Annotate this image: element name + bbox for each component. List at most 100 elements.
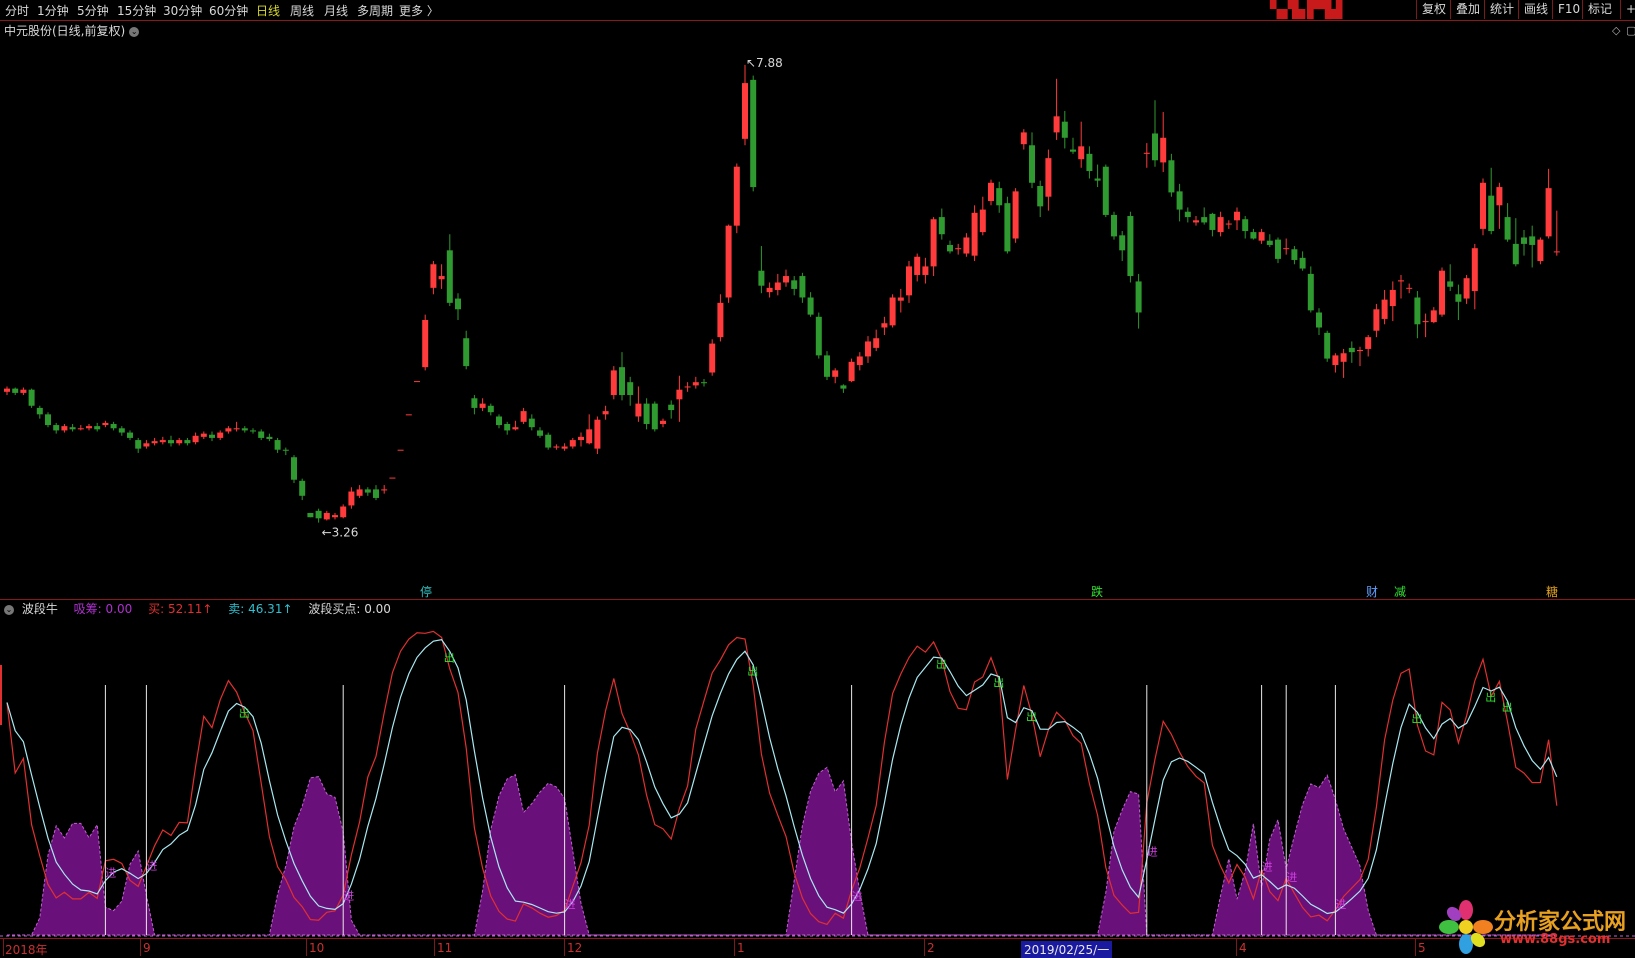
signal-in: 进	[1286, 871, 1297, 884]
indicator-sell: 卖: 46.31↑	[228, 602, 292, 616]
candle	[1529, 225, 1536, 268]
candle	[586, 414, 593, 445]
restore-rights-button[interactable]: 复权	[1416, 0, 1451, 19]
candle	[963, 233, 970, 257]
candle	[1012, 188, 1019, 243]
candle	[1184, 207, 1191, 223]
candle	[1455, 284, 1462, 320]
candlestick-chart[interactable]: ↖7.88 ←3.26	[0, 40, 1635, 600]
sell-value: 46.31↑	[248, 602, 293, 616]
candle	[102, 420, 109, 428]
draw-line-button[interactable]: 画线	[1518, 0, 1553, 19]
candle	[496, 414, 502, 429]
period-5min[interactable]: 5分钟	[77, 2, 109, 19]
accum-value: 0.00	[105, 602, 133, 616]
candle	[1217, 211, 1224, 237]
candle	[594, 416, 601, 454]
signal-out: 出	[444, 650, 455, 664]
candle	[1471, 243, 1478, 310]
x-label-2: 2	[927, 941, 935, 955]
x-tick	[924, 938, 925, 956]
price-marker-fall[interactable]: 跌	[1091, 583, 1103, 600]
candle	[1324, 330, 1331, 362]
candle	[1398, 274, 1404, 299]
candle	[1102, 164, 1109, 218]
candle	[684, 382, 691, 392]
candle	[1061, 110, 1068, 149]
buy-value: 52.11↑	[167, 602, 213, 616]
square-icon[interactable]: ▢	[1626, 24, 1635, 37]
signal-out: 出	[1411, 712, 1422, 726]
candle	[1176, 183, 1183, 222]
candle	[725, 224, 732, 303]
candle	[1381, 289, 1388, 325]
candle	[1209, 212, 1216, 237]
candle	[619, 352, 625, 401]
period-weekly[interactable]: 周线	[290, 2, 314, 19]
period-60min[interactable]: 60分钟	[209, 2, 248, 19]
candle	[889, 294, 896, 328]
price-marker-halt[interactable]: 停	[420, 583, 432, 600]
period-1min[interactable]: 1分钟	[37, 2, 69, 19]
candle	[12, 387, 19, 396]
candle	[1373, 303, 1380, 338]
f10-button[interactable]: F10	[1552, 0, 1585, 19]
candle	[569, 437, 576, 449]
candle	[791, 276, 798, 296]
candle	[1414, 291, 1421, 339]
period-monthly[interactable]: 月线	[324, 2, 348, 19]
candle	[1283, 238, 1290, 255]
candle	[381, 485, 388, 494]
candle	[86, 423, 92, 431]
candle	[1160, 112, 1167, 173]
accum-label: 吸筹:	[73, 602, 102, 616]
candle	[217, 430, 224, 441]
price-marker-reduce[interactable]: 减	[1394, 583, 1406, 600]
candle	[77, 425, 84, 431]
x-tick	[140, 938, 141, 956]
price-marker-finance[interactable]: 财	[1366, 583, 1378, 600]
add-button[interactable]: +	[1620, 0, 1635, 19]
chevron-down-icon[interactable]: ⌄	[129, 26, 140, 37]
stock-title-text: 中元股份(日线,前复权)	[4, 24, 126, 38]
indicator-chart[interactable]: 进进出进出进出进出出出进进进进出出出	[0, 615, 1635, 938]
candle	[405, 414, 412, 416]
statistics-button[interactable]: 统计	[1484, 0, 1519, 19]
candle	[315, 508, 322, 523]
candle	[1143, 143, 1150, 168]
candle	[414, 381, 420, 383]
chevron-down-icon[interactable]: ⌄	[4, 604, 14, 615]
indicator-name[interactable]: 波段牛	[22, 602, 58, 616]
candle	[742, 64, 748, 146]
period-30min[interactable]: 30分钟	[163, 2, 202, 19]
candle	[766, 282, 773, 298]
candle	[922, 257, 929, 284]
mark-button[interactable]: 标记	[1582, 0, 1617, 19]
candle	[709, 339, 716, 376]
candle	[299, 478, 306, 501]
candle	[373, 485, 379, 501]
candle	[258, 429, 265, 441]
signal-in: 进	[1262, 861, 1273, 874]
candle	[717, 294, 724, 342]
candle	[94, 422, 101, 432]
x-label-11: 11	[437, 941, 453, 955]
candle	[1357, 346, 1363, 367]
candle	[692, 376, 699, 389]
overlay-button[interactable]: 叠加	[1450, 0, 1485, 19]
period-15min[interactable]: 15分钟	[117, 2, 156, 19]
signal-out: 出	[239, 706, 250, 720]
period-fenshi[interactable]: 分时	[5, 2, 29, 19]
period-more[interactable]: 更多 〉	[399, 2, 439, 19]
candle	[1266, 234, 1273, 248]
candle	[1291, 246, 1298, 265]
period-daily[interactable]: 日线	[256, 2, 280, 19]
diamond-icon[interactable]: ◇	[1612, 24, 1620, 37]
price-marker-sugar[interactable]: 糖	[1546, 583, 1558, 600]
period-multi[interactable]: 多周期	[357, 2, 393, 19]
indicator-bandpoint: 波段买点: 0.00	[308, 602, 391, 616]
candle	[28, 388, 35, 408]
signal-out: 出	[936, 657, 947, 671]
candle	[660, 418, 666, 428]
candle	[307, 512, 314, 518]
